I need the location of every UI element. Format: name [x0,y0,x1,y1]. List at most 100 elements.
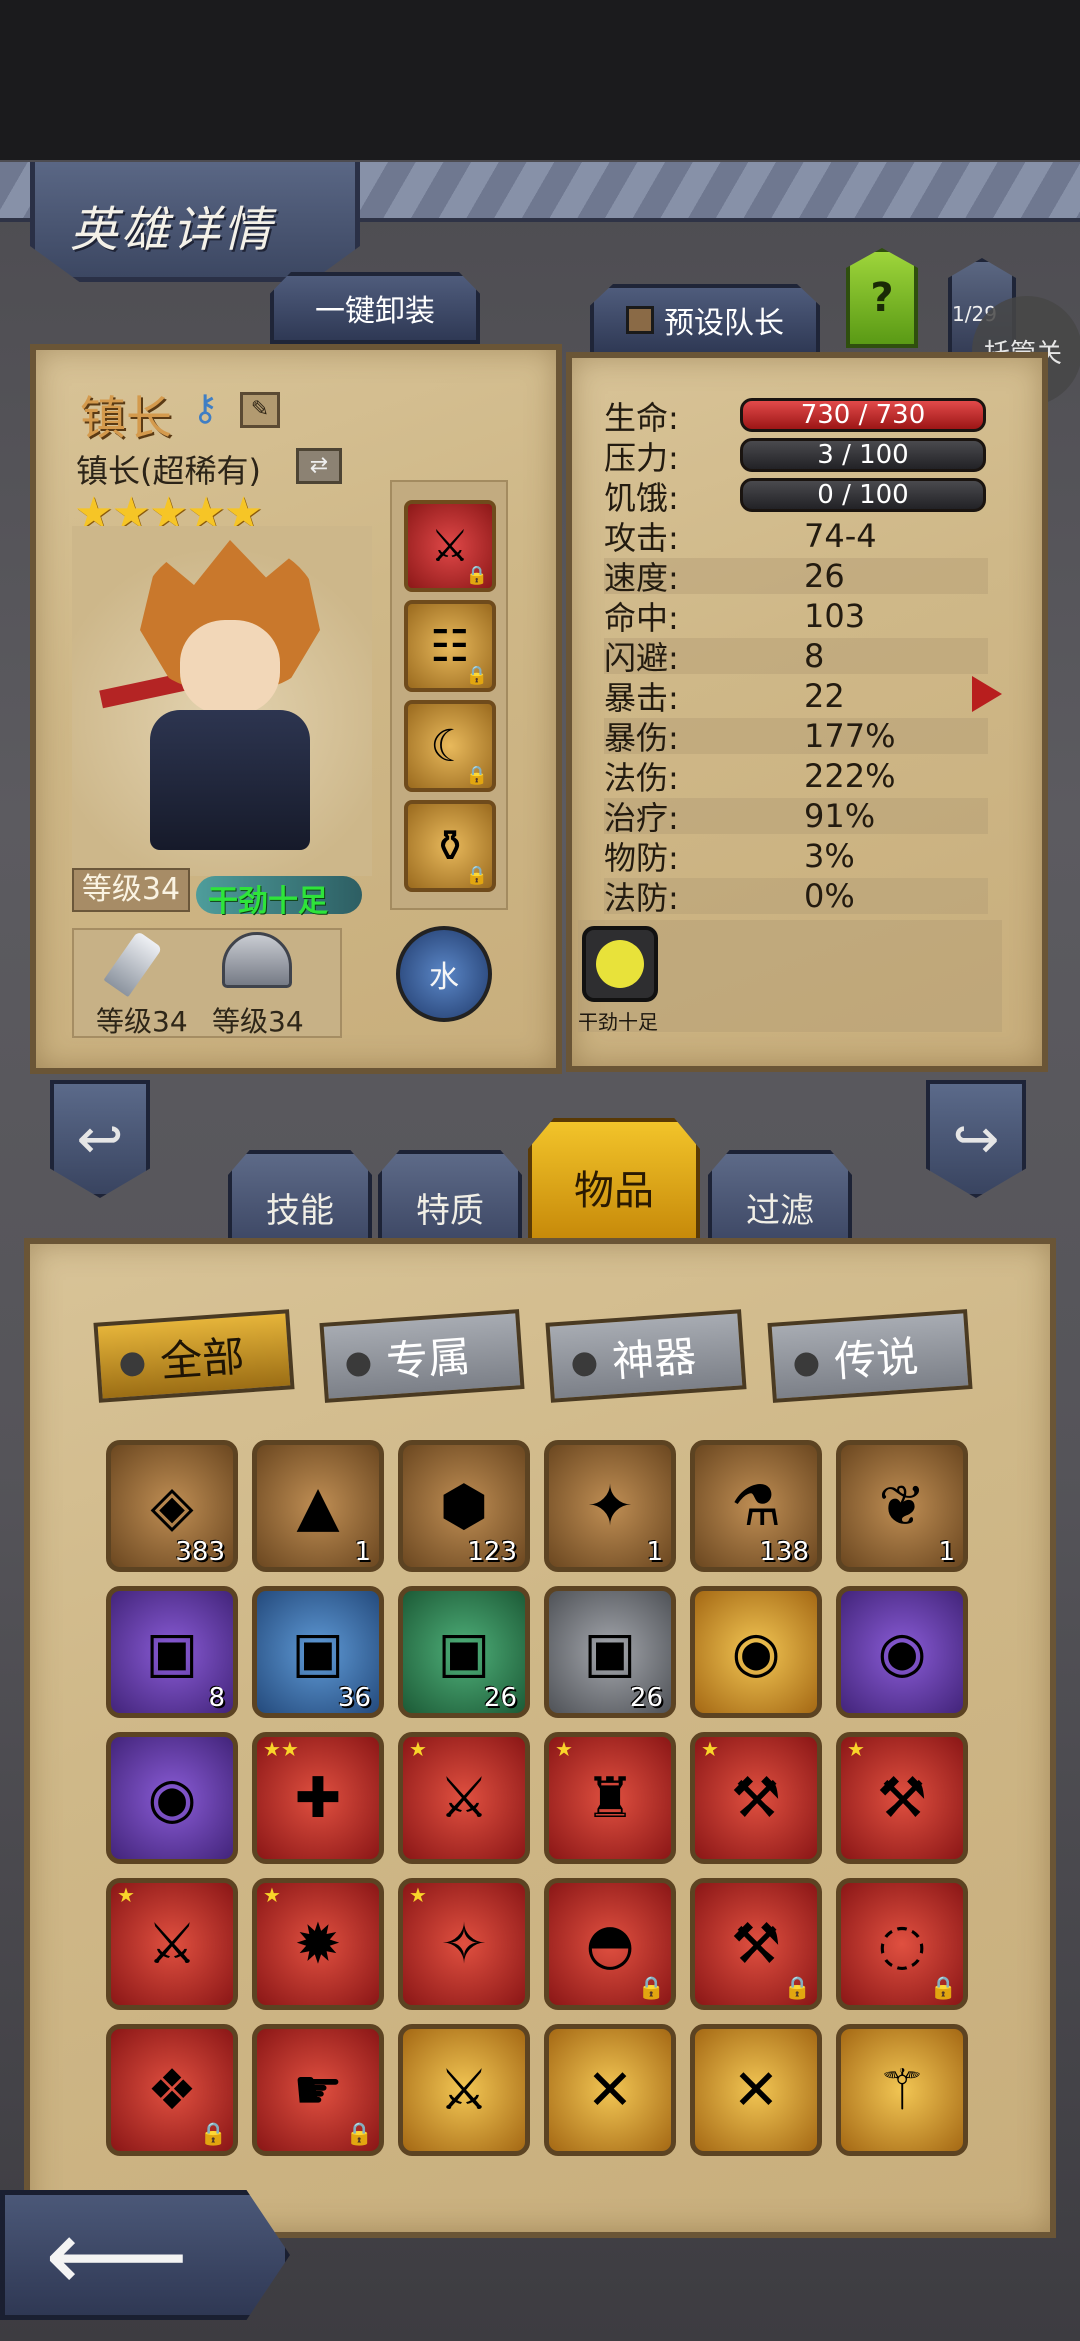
item-icon: ⚒ [876,1765,928,1831]
item-icon: ⚔ [438,1765,490,1831]
hero-face [180,620,280,715]
item-icon: ⚗ [730,1473,782,1539]
item-icon: ⬢ [439,1473,489,1539]
stat-row: 法伤: 222% [604,757,988,797]
inventory-item[interactable]: ◌ 🔒 [836,1878,968,2010]
inventory-item[interactable]: ⚚ [836,2024,968,2156]
equip-slot-claw-icon[interactable]: ☾ 🔒 [404,700,496,792]
filter-all-button[interactable]: 全部 [93,1309,295,1403]
inventory-item[interactable]: ❖ 🔒 [106,2024,238,2156]
inventory-item[interactable]: ▣ 36 [252,1586,384,1718]
swap-icon[interactable]: ⇄ [296,448,342,484]
hero-name: 镇长 [80,391,172,445]
inventory-item[interactable]: ▣ 8 [106,1586,238,1718]
item-count: 138 [759,1537,809,1567]
stat-value: 0% [804,877,855,915]
edit-name-icon[interactable]: ✎ [240,392,280,428]
item-count: 1 [938,1537,955,1567]
stat-row: 闪避: 8 [604,637,988,677]
stat-value: 177% [804,717,896,755]
item-icon: ▣ [583,1619,637,1685]
inventory-item[interactable]: ✧ ★ [398,1878,530,2010]
tab-items[interactable]: 物品 [528,1118,700,1242]
inventory-item[interactable]: ⚗ 138 [690,1440,822,1572]
inventory-item[interactable]: ◈ 383 [106,1440,238,1572]
item-icon: ⚒ [730,1765,782,1831]
item-icon: ♜ [584,1765,636,1831]
stat-row: 物防: 3% [604,837,988,877]
filter-artifact-label: 神器 [610,1331,698,1386]
weapon-level: 等级34 [96,1005,188,1038]
inventory-item[interactable]: ◓ 🔒 [544,1878,676,2010]
preset-leader-button[interactable]: 预设队长 [590,284,820,356]
item-icon: ✕ [732,2057,780,2123]
back-button[interactable]: ⟵ [0,2190,290,2320]
radio-dot-icon [345,1351,372,1378]
key-icon: ⚷ [192,388,219,429]
item-count: 383 [175,1537,225,1567]
stat-value: 26 [804,557,845,595]
inventory-item[interactable]: ✕ [544,2024,676,2156]
tab-skills[interactable]: 技能 [228,1150,372,1250]
equip-slot-pouch-icon[interactable]: ⚱ 🔒 [404,800,496,892]
inventory-item[interactable]: ✹ ★ [252,1878,384,2010]
filter-all-label: 全部 [158,1331,246,1386]
item-icon: ☛ [292,2057,344,2123]
stats-expand-arrow[interactable] [972,676,1002,712]
equip-slot-chest-icon[interactable]: ☷ 🔒 [404,600,496,692]
stat-row: 攻击: 74-4 [604,517,988,557]
item-count: 8 [208,1683,225,1713]
inventory-item[interactable]: ◉ [836,1586,968,1718]
inventory-item[interactable]: ⚔ ★ [106,1878,238,2010]
star-icon: ★ [555,1737,573,1761]
inventory-item[interactable]: ⚒ ★ [690,1732,822,1864]
pouch-icon: ⚱ [431,820,469,872]
filter-exclusive-label: 专属 [384,1331,472,1386]
inventory-item[interactable]: ✦ 1 [544,1440,676,1572]
item-icon: ◉ [147,1765,197,1831]
inventory-item[interactable]: ⚔ [398,2024,530,2156]
trait-label: 干劲十足 [578,1010,658,1034]
star-icon: ★ [701,1737,719,1761]
unequip-all-button[interactable]: 一键卸装 [270,272,480,344]
inventory-item[interactable]: ⚔ ★ [398,1732,530,1864]
filter-artifact-button[interactable]: 神器 [545,1309,747,1403]
star-icon: ★ [847,1737,865,1761]
filter-exclusive-button[interactable]: 专属 [319,1309,525,1403]
lock-icon: 🔒 [465,665,488,686]
equip-slot-spear-icon[interactable]: ⚔ 🔒 [404,500,496,592]
item-icon: ⚔ [438,2057,490,2123]
stat-value: 8 [804,637,825,675]
lock-icon: 🔒 [199,2122,227,2147]
tab-filter[interactable]: 过滤 [708,1150,852,1250]
inventory-item[interactable]: ✕ [690,2024,822,2156]
inventory-item[interactable]: ⬢ 123 [398,1440,530,1572]
inventory-item[interactable]: ⚒ 🔒 [690,1878,822,2010]
status-bar-area [0,0,1080,160]
inventory-item[interactable]: ⚒ ★ [836,1732,968,1864]
help-button[interactable]: ? [846,248,918,348]
inventory-item[interactable]: ▣ 26 [544,1586,676,1718]
inventory-item[interactable]: ▣ 26 [398,1586,530,1718]
inventory-item[interactable]: ♜ ★ [544,1732,676,1864]
stress-bar: 3 / 100 [740,438,986,472]
hero-class: 镇长(超稀有) [76,452,261,490]
trait-face-icon [596,940,644,988]
inventory-item[interactable]: ❦ 1 [836,1440,968,1572]
lock-icon: 🔒 [465,765,488,786]
inventory-item[interactable]: ✚ ★★ [252,1732,384,1864]
inventory-item[interactable]: ◉ [690,1586,822,1718]
preset-leader-checkbox[interactable] [626,306,654,334]
item-icon: ▣ [291,1619,345,1685]
inventory-item[interactable]: ▲ 1 [252,1440,384,1572]
tab-traits[interactable]: 特质 [378,1150,522,1250]
filter-legendary-button[interactable]: 传说 [767,1309,973,1403]
stat-row: 法防: 0% [604,877,988,917]
stat-value: 103 [804,597,866,635]
inventory-item[interactable]: ☛ 🔒 [252,2024,384,2156]
armor-level: 等级34 [212,1005,304,1038]
inventory-item[interactable]: ◉ [106,1732,238,1864]
star-icon: ★ [409,1883,427,1907]
stat-value: 74-4 [804,517,877,555]
element-badge[interactable]: 水 [396,926,492,1022]
